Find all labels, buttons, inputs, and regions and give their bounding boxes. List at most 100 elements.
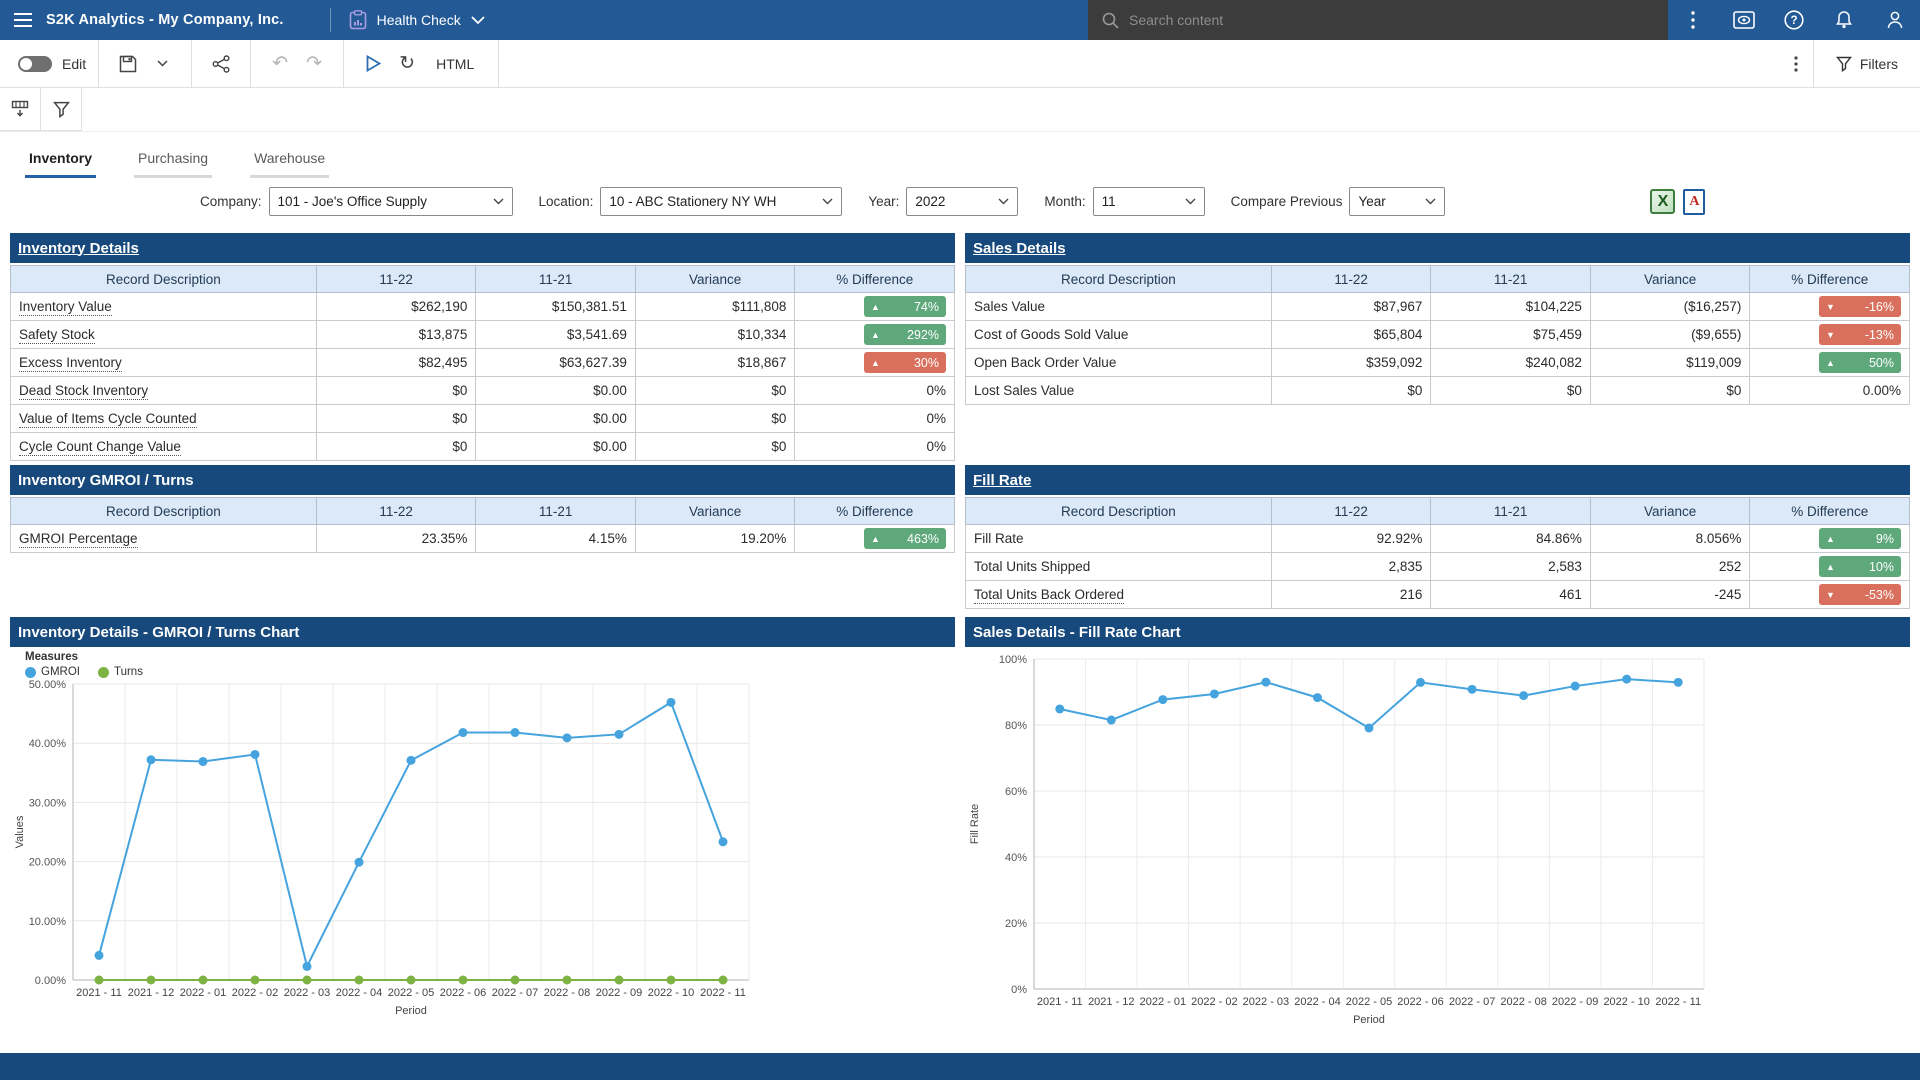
trend-badge: ▲463% bbox=[864, 528, 946, 549]
x-tick-label: 2021 - 11 bbox=[1037, 996, 1083, 1008]
data-point-turns[interactable] bbox=[407, 976, 416, 985]
share-button[interactable] bbox=[204, 47, 238, 81]
save-menu-button[interactable] bbox=[145, 47, 179, 81]
filter-panel-button[interactable] bbox=[41, 88, 82, 131]
data-point-fill rate[interactable] bbox=[1313, 693, 1322, 702]
data-point-turns[interactable] bbox=[459, 976, 468, 985]
compare-previous-select[interactable]: Year bbox=[1349, 187, 1445, 216]
edit-toggle[interactable] bbox=[18, 56, 52, 72]
refresh-button[interactable]: ↻ bbox=[390, 47, 424, 81]
data-point-gmroi[interactable] bbox=[511, 728, 520, 737]
x-tick-label: 2022 - 08 bbox=[1500, 996, 1546, 1008]
data-point-gmroi[interactable] bbox=[615, 730, 624, 739]
data-point-gmroi[interactable] bbox=[667, 698, 676, 707]
inventory-details-title[interactable]: Inventory Details bbox=[18, 240, 139, 257]
sales-details-title[interactable]: Sales Details bbox=[973, 240, 1066, 257]
data-point-turns[interactable] bbox=[667, 976, 676, 985]
record-link[interactable]: Total Units Back Ordered bbox=[974, 587, 1124, 604]
account-button[interactable] bbox=[1879, 4, 1911, 36]
data-point-fill rate[interactable] bbox=[1674, 678, 1683, 687]
data-point-gmroi[interactable] bbox=[355, 858, 364, 867]
data-point-fill rate[interactable] bbox=[1519, 691, 1528, 700]
export-excel-icon[interactable]: X bbox=[1650, 189, 1675, 214]
location-select[interactable]: 10 - ABC Stationery NY WH bbox=[600, 187, 842, 216]
report-toolbar bbox=[0, 88, 1920, 132]
fill-rate-chart-title: Sales Details - Fill Rate Chart bbox=[973, 624, 1181, 641]
data-point-fill rate[interactable] bbox=[1571, 682, 1580, 691]
dock-toolbar-button[interactable] bbox=[0, 88, 41, 131]
report-selector[interactable]: Health Check bbox=[349, 10, 485, 30]
gmroi-turns-title: Inventory GMROI / Turns bbox=[18, 472, 194, 489]
x-tick-label: 2022 - 06 bbox=[1397, 996, 1443, 1008]
fill-rate-title[interactable]: Fill Rate bbox=[973, 472, 1031, 489]
data-point-gmroi[interactable] bbox=[303, 962, 312, 971]
tab-warehouse[interactable]: Warehouse bbox=[250, 138, 329, 178]
value-cell: $0 bbox=[1271, 377, 1431, 405]
record-link[interactable]: Inventory Value bbox=[19, 299, 112, 316]
redo-button[interactable]: ↷ bbox=[297, 47, 331, 81]
data-point-gmroi[interactable] bbox=[407, 756, 416, 765]
value-cell: $0 bbox=[635, 405, 795, 433]
toolbar-overflow-button[interactable] bbox=[1779, 47, 1813, 81]
edit-toggle-label: Edit bbox=[62, 56, 86, 72]
year-select[interactable]: 2022 bbox=[906, 187, 1018, 216]
value-cell: $75,459 bbox=[1431, 321, 1591, 349]
legend-item-turns[interactable]: Turns bbox=[98, 666, 143, 678]
tab-purchasing[interactable]: Purchasing bbox=[134, 138, 212, 178]
run-button[interactable] bbox=[356, 47, 390, 81]
data-point-turns[interactable] bbox=[719, 976, 728, 985]
column-header: Variance bbox=[635, 498, 795, 525]
data-point-gmroi[interactable] bbox=[199, 757, 208, 766]
record-link[interactable]: Excess Inventory bbox=[19, 355, 122, 372]
record-link[interactable]: Safety Stock bbox=[19, 327, 95, 344]
preview-button[interactable] bbox=[1728, 4, 1760, 36]
menu-button[interactable] bbox=[0, 0, 46, 40]
table-row: Total Units Shipped2,8352,583252▲10% bbox=[966, 553, 1910, 581]
help-button[interactable]: ? bbox=[1778, 4, 1810, 36]
month-select[interactable]: 11 bbox=[1093, 187, 1205, 216]
data-point-turns[interactable] bbox=[563, 976, 572, 985]
data-point-fill rate[interactable] bbox=[1468, 685, 1477, 694]
notifications-button[interactable] bbox=[1828, 4, 1860, 36]
data-point-turns[interactable] bbox=[147, 976, 156, 985]
data-point-gmroi[interactable] bbox=[95, 951, 104, 960]
data-point-turns[interactable] bbox=[511, 976, 520, 985]
filters-button[interactable]: Filters bbox=[1814, 40, 1920, 87]
data-point-fill rate[interactable] bbox=[1261, 678, 1270, 687]
data-point-fill rate[interactable] bbox=[1158, 695, 1167, 704]
data-point-fill rate[interactable] bbox=[1416, 678, 1425, 687]
data-point-turns[interactable] bbox=[95, 976, 104, 985]
gmroi-turns-header: Inventory GMROI / Turns bbox=[10, 465, 955, 495]
save-button[interactable] bbox=[111, 47, 145, 81]
company-select[interactable]: 101 - Joe's Office Supply bbox=[269, 187, 513, 216]
data-point-turns[interactable] bbox=[199, 976, 208, 985]
data-point-fill rate[interactable] bbox=[1365, 723, 1374, 732]
data-point-turns[interactable] bbox=[615, 976, 624, 985]
record-link[interactable]: GMROI Percentage bbox=[19, 531, 138, 548]
data-point-fill rate[interactable] bbox=[1107, 716, 1116, 725]
search-input[interactable]: Search content bbox=[1088, 0, 1668, 40]
record-link[interactable]: Cycle Count Change Value bbox=[19, 439, 181, 456]
data-point-gmroi[interactable] bbox=[563, 733, 572, 742]
overflow-menu-button[interactable] bbox=[1677, 4, 1709, 36]
record-link[interactable]: Dead Stock Inventory bbox=[19, 383, 148, 400]
data-point-gmroi[interactable] bbox=[459, 728, 468, 737]
data-point-fill rate[interactable] bbox=[1055, 704, 1064, 713]
html-view-button[interactable]: HTML bbox=[424, 47, 486, 81]
search-icon bbox=[1102, 12, 1119, 29]
data-point-fill rate[interactable] bbox=[1622, 675, 1631, 684]
data-point-gmroi[interactable] bbox=[719, 837, 728, 846]
tab-inventory[interactable]: Inventory bbox=[25, 138, 96, 178]
data-point-turns[interactable] bbox=[303, 976, 312, 985]
data-point-gmroi[interactable] bbox=[147, 755, 156, 764]
legend-item-gmroi[interactable]: GMROI bbox=[25, 666, 80, 678]
data-point-turns[interactable] bbox=[355, 976, 364, 985]
x-tick-label: 2022 - 03 bbox=[284, 987, 330, 999]
data-point-gmroi[interactable] bbox=[251, 750, 260, 759]
record-link[interactable]: Value of Items Cycle Counted bbox=[19, 411, 197, 428]
data-point-turns[interactable] bbox=[251, 976, 260, 985]
data-point-fill rate[interactable] bbox=[1210, 689, 1219, 698]
undo-button[interactable]: ↶ bbox=[263, 47, 297, 81]
export-pdf-icon[interactable]: A bbox=[1683, 189, 1705, 215]
left-column: Inventory Details Record Description11-2… bbox=[10, 233, 955, 1017]
